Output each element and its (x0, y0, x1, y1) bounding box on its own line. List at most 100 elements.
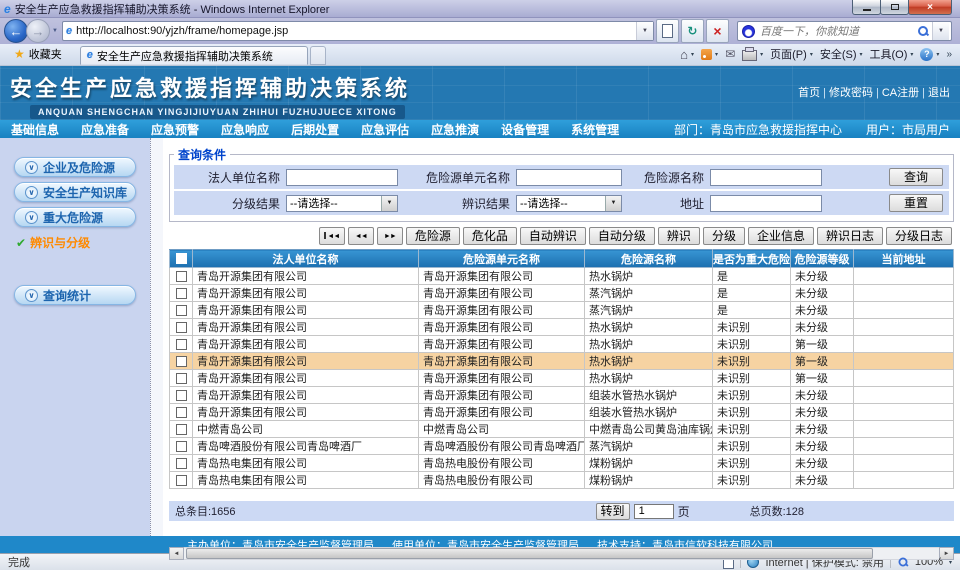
page-input[interactable] (634, 504, 674, 519)
minimize-button[interactable] (852, 0, 881, 15)
pager-next-button[interactable]: ►► (377, 227, 403, 245)
stop-button[interactable]: × (706, 19, 729, 43)
reset-button[interactable]: 重置 (889, 194, 943, 212)
select-field[interactable]: --请选择--▼ (516, 195, 622, 212)
scroll-left-button[interactable]: ◄ (169, 547, 184, 560)
scrollbar-track[interactable] (184, 547, 939, 560)
row-checkbox[interactable] (176, 441, 187, 452)
menu-item-5[interactable]: 应急评估 (350, 121, 420, 138)
chevron-down-icon[interactable]: ▼ (381, 196, 397, 211)
sidebar-item-active[interactable]: ✔ 辨识与分级 (16, 234, 150, 251)
sidebar-item-stats[interactable]: ∨ 查询统计 (14, 285, 136, 305)
table-row[interactable]: 青岛开源集团有限公司青岛开源集团有限公司热水锅炉未识别第一级 (170, 370, 954, 387)
home-button[interactable]: ⌂▾ (680, 48, 694, 61)
action-button-6[interactable]: 企业信息 (748, 227, 814, 245)
table-row[interactable]: 青岛开源集团有限公司青岛开源集团有限公司热水锅炉未识别未分级 (170, 319, 954, 336)
select-all-checkbox[interactable] (176, 253, 187, 264)
history-dropdown-icon[interactable]: ▼ (52, 28, 58, 34)
table-row[interactable]: 青岛开源集团有限公司青岛开源集团有限公司蒸汽锅炉是未分级 (170, 302, 954, 319)
table-row[interactable]: 青岛开源集团有限公司青岛开源集团有限公司蒸汽锅炉是未分级 (170, 285, 954, 302)
row-checkbox[interactable] (176, 288, 187, 299)
pager-first-button[interactable]: ◄◄ (319, 227, 345, 245)
address-bar[interactable]: e http://localhost:90/yjzh/frame/homepag… (62, 21, 654, 41)
close-button[interactable]: × (908, 0, 952, 15)
select-field[interactable]: --请选择--▼ (286, 195, 398, 212)
text-field[interactable] (710, 195, 822, 212)
text-field[interactable] (286, 169, 398, 186)
safety-menu[interactable]: 安全(S)▾ (820, 46, 863, 62)
search-input[interactable]: 百度一下，你就知道 (755, 23, 914, 39)
favorites-button[interactable]: ★ 收藏夹 (8, 45, 68, 63)
splitter[interactable] (150, 138, 163, 536)
top-link-1[interactable]: 修改密码 (829, 87, 873, 99)
help-button[interactable]: ?▾ (920, 48, 939, 61)
menu-item-4[interactable]: 后期处置 (280, 121, 350, 138)
action-button-3[interactable]: 自动分级 (589, 227, 655, 245)
action-button-7[interactable]: 辨识日志 (817, 227, 883, 245)
compatibility-view-button[interactable] (656, 19, 679, 43)
table-row[interactable]: 青岛开源集团有限公司青岛开源集团有限公司热水锅炉是未分级 (170, 268, 954, 285)
search-dropdown[interactable]: ▼ (932, 22, 949, 40)
row-checkbox[interactable] (176, 356, 187, 367)
action-button-8[interactable]: 分级日志 (886, 227, 952, 245)
row-checkbox[interactable] (176, 458, 187, 469)
menu-item-2[interactable]: 应急预警 (140, 121, 210, 138)
row-checkbox[interactable] (176, 407, 187, 418)
row-checkbox[interactable] (176, 373, 187, 384)
chevron-down-icon[interactable]: ▼ (605, 196, 621, 211)
horizontal-scrollbar[interactable]: ◄ ► (169, 547, 954, 560)
menu-item-0[interactable]: 基础信息 (0, 121, 70, 138)
table-row[interactable]: 中燃青岛公司中燃青岛公司中燃青岛公司黄岛油库锅炉未识别未分级 (170, 421, 954, 438)
sidebar-button-1[interactable]: ∨安全生产知识库 (14, 182, 136, 202)
menu-item-6[interactable]: 应急推演 (420, 121, 490, 138)
action-button-2[interactable]: 自动辨识 (520, 227, 586, 245)
row-checkbox[interactable] (176, 322, 187, 333)
row-checkbox[interactable] (176, 424, 187, 435)
page-menu[interactable]: 页面(P)▾ (770, 46, 813, 62)
table-row[interactable]: 青岛啤酒股份有限公司青岛啤酒厂青岛啤酒股份有限公司青岛啤酒厂蒸汽锅炉未识别未分级 (170, 438, 954, 455)
top-link-3[interactable]: 退出 (928, 87, 950, 99)
table-row[interactable]: 青岛开源集团有限公司青岛开源集团有限公司组装水管热水锅炉未识别未分级 (170, 404, 954, 421)
sidebar-button-0[interactable]: ∨企业及危险源 (14, 157, 136, 177)
read-mail-button[interactable]: ✉ (725, 48, 735, 60)
print-button[interactable]: ▾ (742, 47, 763, 61)
table-row[interactable]: 青岛开源集团有限公司青岛开源集团有限公司热水锅炉未识别第一级 (170, 336, 954, 353)
search-box[interactable]: 百度一下，你就知道 ▼ (737, 21, 952, 41)
refresh-button[interactable]: ↻ (681, 19, 704, 43)
search-icon[interactable] (917, 25, 929, 37)
table-row[interactable]: 青岛开源集团有限公司青岛开源集团有限公司热水锅炉未识别第一级 (170, 353, 954, 370)
text-field[interactable] (710, 169, 822, 186)
menu-item-3[interactable]: 应急响应 (210, 121, 280, 138)
top-link-2[interactable]: CA注册 (882, 87, 919, 99)
menu-item-7[interactable]: 设备管理 (490, 121, 560, 138)
zoom-dropdown[interactable]: ▾ (949, 559, 952, 566)
forward-button[interactable]: → (26, 19, 50, 43)
search-button[interactable]: 查询 (889, 168, 943, 186)
top-link-0[interactable]: 首页 (798, 87, 820, 99)
menu-item-1[interactable]: 应急准备 (70, 121, 140, 138)
menu-item-8[interactable]: 系统管理 (560, 121, 630, 138)
row-checkbox[interactable] (176, 339, 187, 350)
text-field[interactable] (516, 169, 622, 186)
scrollbar-thumb[interactable] (186, 548, 873, 559)
row-checkbox[interactable] (176, 475, 187, 486)
pager-prev-button[interactable]: ◄◄ (348, 227, 374, 245)
sidebar-button-2[interactable]: ∨重大危险源 (14, 207, 136, 227)
new-tab-stub[interactable] (310, 46, 326, 65)
row-checkbox[interactable] (176, 390, 187, 401)
tools-menu[interactable]: 工具(O)▾ (870, 46, 914, 62)
back-button[interactable]: ← (4, 19, 28, 43)
address-dropdown[interactable]: ▼ (636, 22, 653, 40)
row-checkbox[interactable] (176, 305, 187, 316)
goto-button[interactable]: 转到 (596, 503, 630, 520)
table-row[interactable]: 青岛热电集团有限公司青岛热电股份有限公司煤粉锅炉未识别未分级 (170, 472, 954, 489)
table-row[interactable]: 青岛开源集团有限公司青岛开源集团有限公司组装水管热水锅炉未识别未分级 (170, 387, 954, 404)
browser-tab[interactable]: e 安全生产应急救援指挥辅助决策系统 (80, 46, 308, 65)
action-button-5[interactable]: 分级 (703, 227, 745, 245)
more-toolbar-chevron[interactable]: » (946, 49, 952, 60)
action-button-1[interactable]: 危化品 (463, 227, 517, 245)
table-row[interactable]: 青岛热电集团有限公司青岛热电股份有限公司煤粉锅炉未识别未分级 (170, 455, 954, 472)
action-button-4[interactable]: 辨识 (658, 227, 700, 245)
row-checkbox[interactable] (176, 271, 187, 282)
url-text[interactable]: http://localhost:90/yjzh/frame/homepage.… (76, 25, 636, 37)
